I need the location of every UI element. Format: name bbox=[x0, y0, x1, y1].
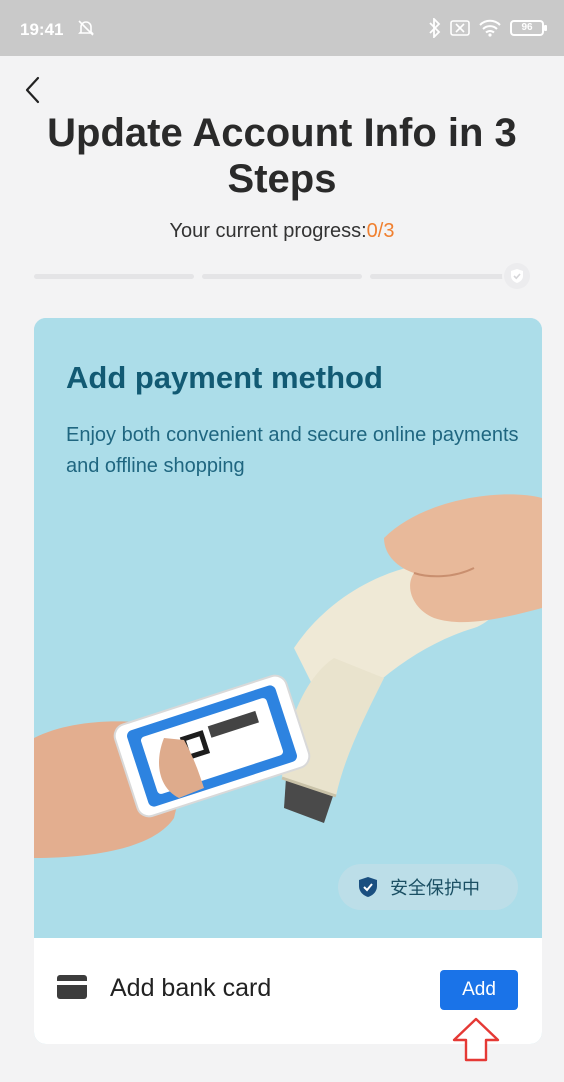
card-description: Enjoy both convenient and secure online … bbox=[66, 424, 519, 477]
progress-label: Your current progress: bbox=[169, 220, 367, 242]
status-bar: 19:41 96 bbox=[0, 0, 564, 56]
phone-illustration bbox=[113, 674, 311, 818]
security-badge-label: 安全保护中 bbox=[390, 878, 480, 898]
battery-icon: 96 bbox=[510, 20, 547, 36]
bluetooth-icon bbox=[429, 18, 441, 38]
step-segment-1 bbox=[34, 273, 194, 279]
status-time: 19:41 bbox=[20, 20, 64, 39]
shield-icon bbox=[359, 877, 377, 897]
progress-text: Your current progress:0/3 bbox=[0, 220, 564, 243]
security-badge: 安全保护中 bbox=[338, 864, 518, 910]
arrow-up-hint-icon bbox=[452, 1017, 500, 1062]
card-hero: Add payment method Enjoy both convenient… bbox=[34, 318, 542, 938]
add-bank-card-button[interactable]: Add bbox=[440, 970, 518, 1010]
progress-value: 0/3 bbox=[366, 220, 395, 242]
shield-check-icon bbox=[504, 263, 530, 289]
bell-muted-icon bbox=[78, 20, 94, 36]
card-title: Add payment method bbox=[66, 360, 383, 395]
step-progress-track bbox=[34, 263, 530, 289]
back-chevron-icon[interactable] bbox=[18, 70, 54, 110]
sim-off-icon bbox=[450, 20, 470, 36]
bank-card-label: Add bank card bbox=[110, 974, 272, 1002]
payment-method-card: Add payment method Enjoy both convenient… bbox=[34, 318, 542, 1044]
status-icons: 96 bbox=[428, 18, 547, 38]
bank-card-icon bbox=[57, 975, 87, 999]
wifi-icon bbox=[479, 19, 501, 37]
page-title: Update Account Info in 3 Steps bbox=[47, 111, 517, 201]
barcode-scanner-illustration bbox=[34, 494, 542, 858]
battery-level: 96 bbox=[521, 22, 533, 33]
step-segment-2 bbox=[202, 273, 362, 279]
